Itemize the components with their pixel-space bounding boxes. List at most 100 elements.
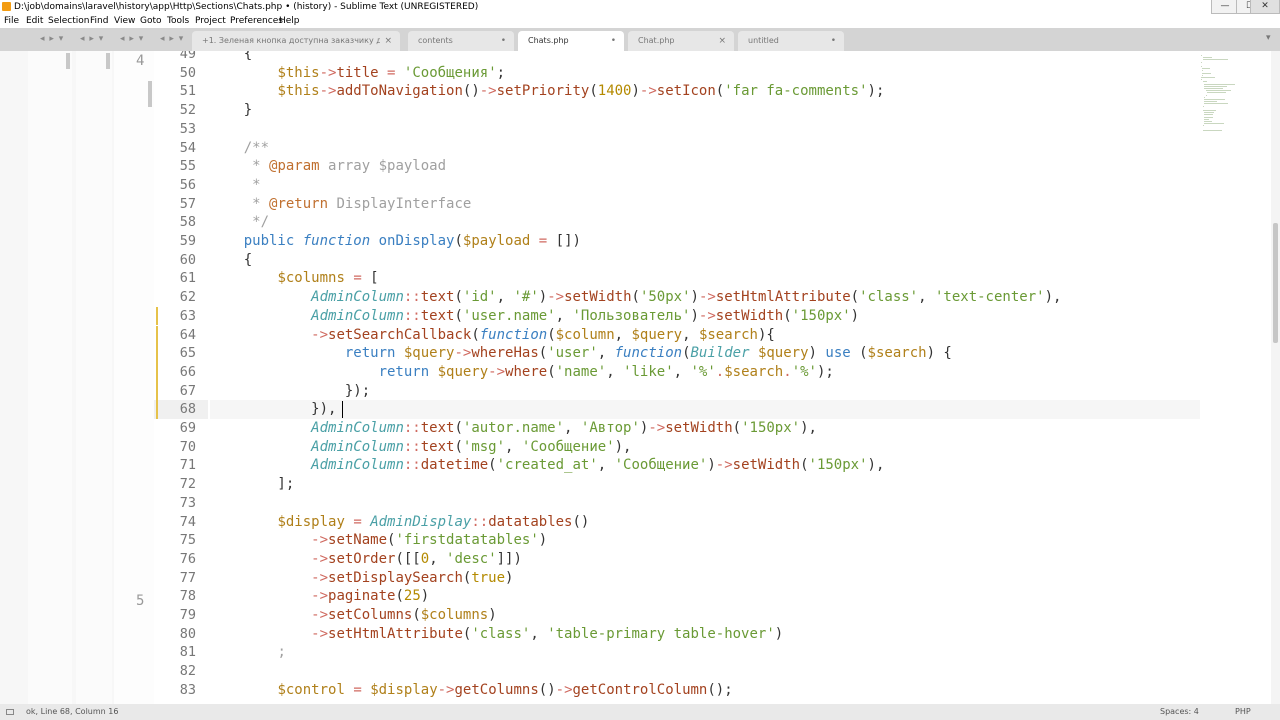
code-line[interactable]: }), [210, 400, 1200, 419]
code-token: setWidth [665, 420, 733, 436]
tab-untitled[interactable]: untitled • [738, 31, 844, 51]
code-line[interactable]: AdminColumn::datetime('created_at', 'Соо… [210, 456, 1200, 475]
menu-selection[interactable]: Selection [48, 14, 89, 28]
code-view[interactable]: { $this->title = 'Сообщения'; $this->add… [210, 51, 1200, 704]
code-line[interactable]: * @return DisplayInterface [210, 195, 1200, 214]
code-token: setHtmlAttribute [715, 289, 851, 306]
tab-nav-arrows-icon[interactable]: ◂ ▸ ▾ [120, 34, 144, 44]
tab-chats-php[interactable]: Chats.php • [518, 31, 624, 51]
code-token: ( [589, 83, 598, 100]
code-line[interactable]: ->setHtmlAttribute('class', 'table-prima… [210, 625, 1200, 644]
side-pane[interactable] [76, 51, 112, 704]
tab-dirty-icon[interactable]: • [611, 31, 616, 51]
tab-todo[interactable]: +1. Зеленая кнопка доступна заказчику да… [192, 31, 400, 51]
code-line[interactable]: } [210, 101, 1200, 120]
code-token: . [715, 363, 725, 380]
code-token: $query [437, 363, 489, 380]
code-line[interactable]: * [210, 176, 1200, 195]
code-token: -> [488, 363, 506, 380]
panel-toggle-icon[interactable] [6, 709, 14, 715]
code-token: '#' [513, 289, 539, 306]
menu-preferences[interactable]: Preferences [230, 14, 283, 28]
code-token: 'Пользователь' [572, 307, 691, 324]
code-line[interactable]: return $query->where('name', 'like', '%'… [210, 363, 1200, 382]
tab-chat-php[interactable]: Chat.php × [628, 31, 734, 51]
code-token: -> [698, 289, 716, 306]
code-line[interactable]: $this->addToNavigation()->setPriority(14… [210, 82, 1200, 101]
menu-tools[interactable]: Tools [167, 14, 189, 28]
code-line[interactable]: AdminColumn::text('autor.name', 'Автор')… [210, 419, 1200, 438]
code-line[interactable]: AdminColumn::text('msg', 'Сообщение'), [210, 438, 1200, 457]
tab-nav-arrows-icon[interactable]: ◂ ▸ ▾ [80, 34, 104, 44]
code-line[interactable]: ->setOrder([[0, 'desc']]) [210, 550, 1200, 569]
code-line[interactable]: }); [210, 382, 1200, 401]
tab-dirty-icon[interactable]: • [831, 31, 836, 51]
tab-dirty-icon[interactable]: • [501, 31, 506, 51]
code-line[interactable]: return $query->whereHas('user', function… [210, 344, 1200, 363]
menu-project[interactable]: Project [195, 14, 226, 28]
line-number: 51 [179, 83, 196, 100]
code-line[interactable]: public function onDisplay($payload = []) [210, 232, 1200, 251]
code-line[interactable]: ]; [210, 475, 1200, 494]
code-line[interactable] [210, 494, 1200, 513]
code-line[interactable]: ->setSearchCallback(function($column, $q… [210, 326, 1200, 345]
code-token: getControlColumn [572, 681, 708, 698]
minimap-line [1204, 101, 1218, 103]
code-line[interactable]: ->paginate(25) [210, 587, 1200, 606]
code-line[interactable]: * @param array $payload [210, 157, 1200, 176]
menu-find[interactable]: Find [90, 14, 108, 28]
code-token: onDisplay [378, 233, 455, 249]
tab-close-icon[interactable]: × [384, 31, 392, 51]
pane-scroll-thumb[interactable] [66, 53, 70, 69]
scrollbar-thumb[interactable] [1273, 223, 1278, 343]
vertical-scrollbar[interactable] [1271, 51, 1280, 704]
code-token: ) [690, 307, 699, 324]
menu-file[interactable]: File [4, 14, 19, 28]
menu-help[interactable]: Help [279, 14, 300, 28]
code-line[interactable]: ->setName('firstdatatables') [210, 531, 1200, 550]
tab-close-icon[interactable]: × [718, 31, 726, 51]
menu-edit[interactable]: Edit [26, 14, 43, 28]
code-line[interactable]: { [210, 51, 1200, 64]
tab-nav-arrows-icon[interactable]: ◂ ▸ ▾ [160, 34, 184, 44]
minimize-button[interactable]: — [1211, 0, 1239, 14]
code-token: $this [277, 83, 320, 100]
code-line[interactable]: $columns = [ [210, 269, 1200, 288]
tab-contents[interactable]: contents • [408, 31, 514, 51]
pane-scroll-thumb[interactable] [148, 81, 152, 107]
tab-nav-arrows-icon[interactable]: ◂ ▸ ▾ [40, 34, 64, 44]
side-pane[interactable] [114, 51, 154, 704]
code-token: 'desc' [446, 550, 497, 567]
minimap-line [1205, 94, 1207, 96]
status-syntax[interactable]: PHP [1235, 704, 1251, 720]
close-window-button[interactable]: ✕ [1250, 0, 1280, 14]
status-indentation[interactable]: Spaces: 4 [1160, 704, 1199, 720]
code-token: $query [757, 345, 809, 362]
code-line[interactable] [210, 120, 1200, 139]
menu-view[interactable]: View [114, 14, 135, 28]
code-token: setWidth [564, 289, 632, 306]
minimap[interactable] [1200, 51, 1270, 704]
menu-goto[interactable]: Goto [140, 14, 162, 28]
code-token: ( [732, 420, 742, 436]
code-line[interactable]: */ [210, 213, 1200, 232]
code-line[interactable]: ->setDisplaySearch(true) [210, 569, 1200, 588]
tab-overflow-chevron-icon[interactable]: ▾ [1266, 33, 1271, 43]
code-line[interactable]: AdminColumn::text('user.name', 'Пользова… [210, 307, 1200, 326]
pane-scroll-thumb[interactable] [106, 53, 110, 69]
code-line[interactable] [210, 662, 1200, 681]
minimap-line [1204, 88, 1224, 89]
code-line[interactable]: ; [210, 643, 1200, 662]
code-line[interactable]: ->setColumns($columns) [210, 606, 1200, 625]
code-line[interactable]: /** [210, 139, 1200, 158]
code-line[interactable]: $control = $display->getColumns()->getCo… [210, 681, 1200, 700]
code-line[interactable]: { [210, 251, 1200, 270]
code-line[interactable]: $this->title = 'Сообщения'; [210, 64, 1200, 83]
code-line[interactable]: AdminColumn::text('id', '#')->setWidth('… [210, 288, 1200, 307]
side-pane[interactable] [28, 51, 72, 704]
code-line[interactable]: $display = AdminDisplay::datatables() [210, 513, 1200, 532]
